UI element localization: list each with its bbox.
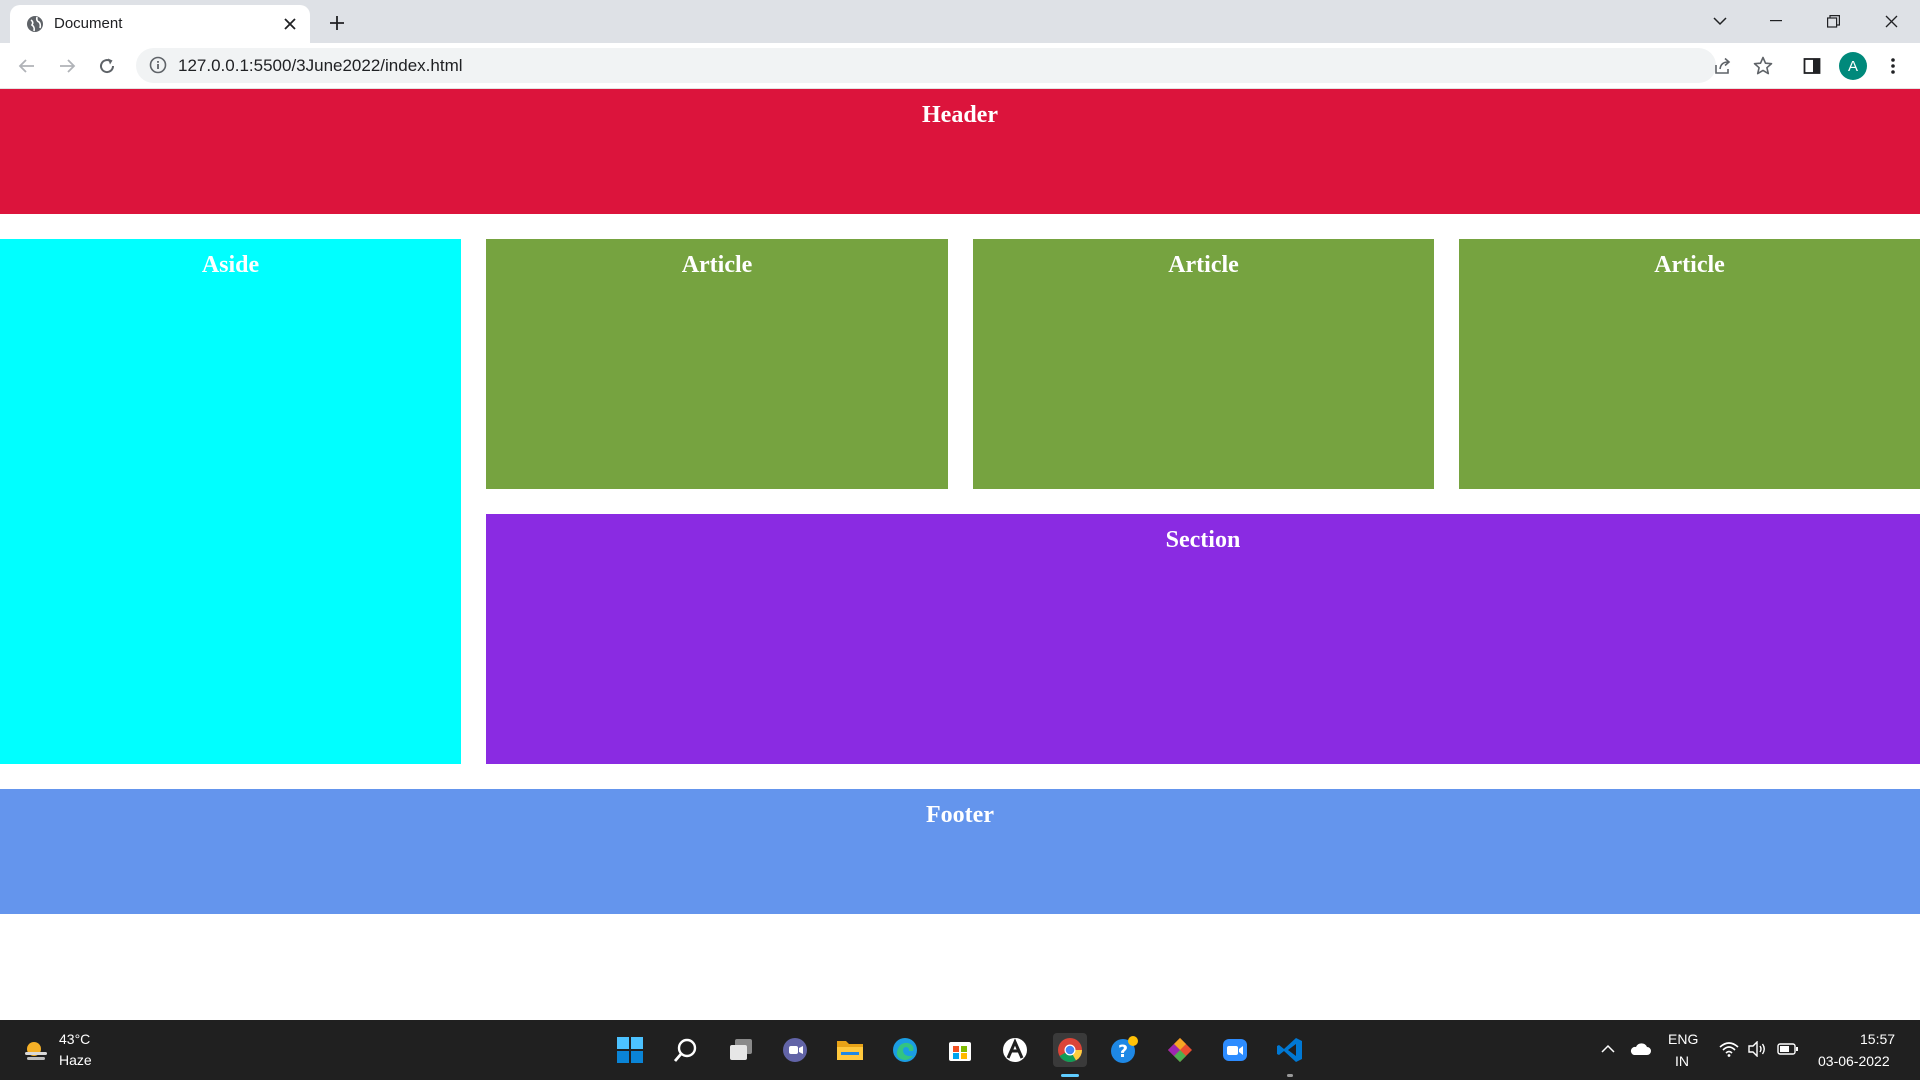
file-explorer-icon[interactable] xyxy=(833,1033,867,1067)
article-block-3: Article xyxy=(1459,239,1920,489)
active-app-indicator xyxy=(1061,1074,1079,1077)
address-bar[interactable]: 127.0.0.1:5500/3June2022/index.html xyxy=(136,48,1773,83)
aside-block: Aside xyxy=(0,239,461,764)
share-icon[interactable] xyxy=(1712,55,1734,77)
back-arrow-icon[interactable] xyxy=(14,53,40,79)
profile-avatar[interactable]: A xyxy=(1839,52,1867,80)
header-label: Header xyxy=(922,102,998,128)
language-indicator[interactable]: ENG xyxy=(1668,1031,1698,1047)
show-hidden-icons-chevron-up-icon[interactable] xyxy=(1595,1036,1621,1062)
minimize-icon[interactable] xyxy=(1753,6,1799,36)
article-block-2: Article xyxy=(973,239,1434,489)
restore-icon[interactable] xyxy=(1810,6,1856,36)
browser-toolbar: 127.0.0.1:5500/3June2022/index.html A xyxy=(0,43,1920,89)
close-tab-icon[interactable] xyxy=(280,14,300,34)
battery-icon[interactable] xyxy=(1775,1036,1801,1062)
header-block: Header xyxy=(0,89,1920,214)
url-text[interactable]: 127.0.0.1:5500/3June2022/index.html xyxy=(178,56,463,76)
page-viewport: Header Aside Article Article Article Sec… xyxy=(0,89,1920,1020)
vscode-icon[interactable] xyxy=(1273,1033,1307,1067)
article-block-1: Article xyxy=(486,239,948,489)
store-icon[interactable] xyxy=(943,1033,977,1067)
globe-icon xyxy=(26,15,44,33)
chat-icon[interactable] xyxy=(778,1033,812,1067)
section-block: Section xyxy=(486,514,1920,764)
zoom-icon[interactable] xyxy=(1218,1033,1252,1067)
section-label: Section xyxy=(1165,527,1241,553)
side-panel-icon[interactable] xyxy=(1799,53,1825,79)
weather-temperature: 43°C xyxy=(59,1031,91,1047)
footer-label: Footer xyxy=(926,802,994,828)
chrome-icon[interactable] xyxy=(1053,1033,1087,1067)
weather-haze-icon xyxy=(22,1036,50,1064)
new-tab-button[interactable] xyxy=(324,10,350,36)
app-icon[interactable] xyxy=(998,1033,1032,1067)
wifi-icon[interactable] xyxy=(1716,1036,1742,1062)
browser-tab[interactable]: Document xyxy=(10,5,310,43)
clock-time[interactable]: 15:57 xyxy=(1860,1031,1895,1047)
search-icon[interactable] xyxy=(669,1033,703,1067)
region-indicator[interactable]: IN xyxy=(1675,1053,1689,1069)
clock-date[interactable]: 03-06-2022 xyxy=(1818,1053,1890,1069)
help-icon[interactable]: ? xyxy=(1108,1033,1142,1067)
onedrive-cloud-icon[interactable] xyxy=(1627,1036,1653,1062)
tab-search-chevron-down-icon[interactable] xyxy=(1697,6,1743,36)
tab-title: Document xyxy=(54,15,123,32)
footer-block: Footer xyxy=(0,789,1920,914)
open-app-indicator xyxy=(1287,1074,1293,1077)
git-icon[interactable] xyxy=(1163,1033,1197,1067)
tab-strip: Document xyxy=(0,0,1920,43)
edge-icon[interactable] xyxy=(888,1033,922,1067)
window-close-icon[interactable] xyxy=(1868,6,1914,36)
aside-label: Aside xyxy=(201,252,260,278)
article-label: Article xyxy=(1654,252,1725,278)
volume-icon[interactable] xyxy=(1744,1036,1770,1062)
weather-condition: Haze xyxy=(59,1052,92,1068)
menu-kebab-icon[interactable] xyxy=(1880,53,1906,79)
start-icon[interactable] xyxy=(613,1033,647,1067)
article-label: Article xyxy=(1168,252,1239,278)
svg-text:?: ? xyxy=(1118,1042,1128,1062)
task-view-icon[interactable] xyxy=(724,1033,758,1067)
reload-icon[interactable] xyxy=(94,53,120,79)
forward-arrow-icon[interactable] xyxy=(54,53,80,79)
taskbar: 43°C Haze ? ENG IN 15:57 03-06-2022 xyxy=(0,1020,1920,1080)
site-info-icon[interactable] xyxy=(149,56,167,74)
article-label: Article xyxy=(681,252,753,278)
bookmark-star-icon[interactable] xyxy=(1752,55,1774,77)
